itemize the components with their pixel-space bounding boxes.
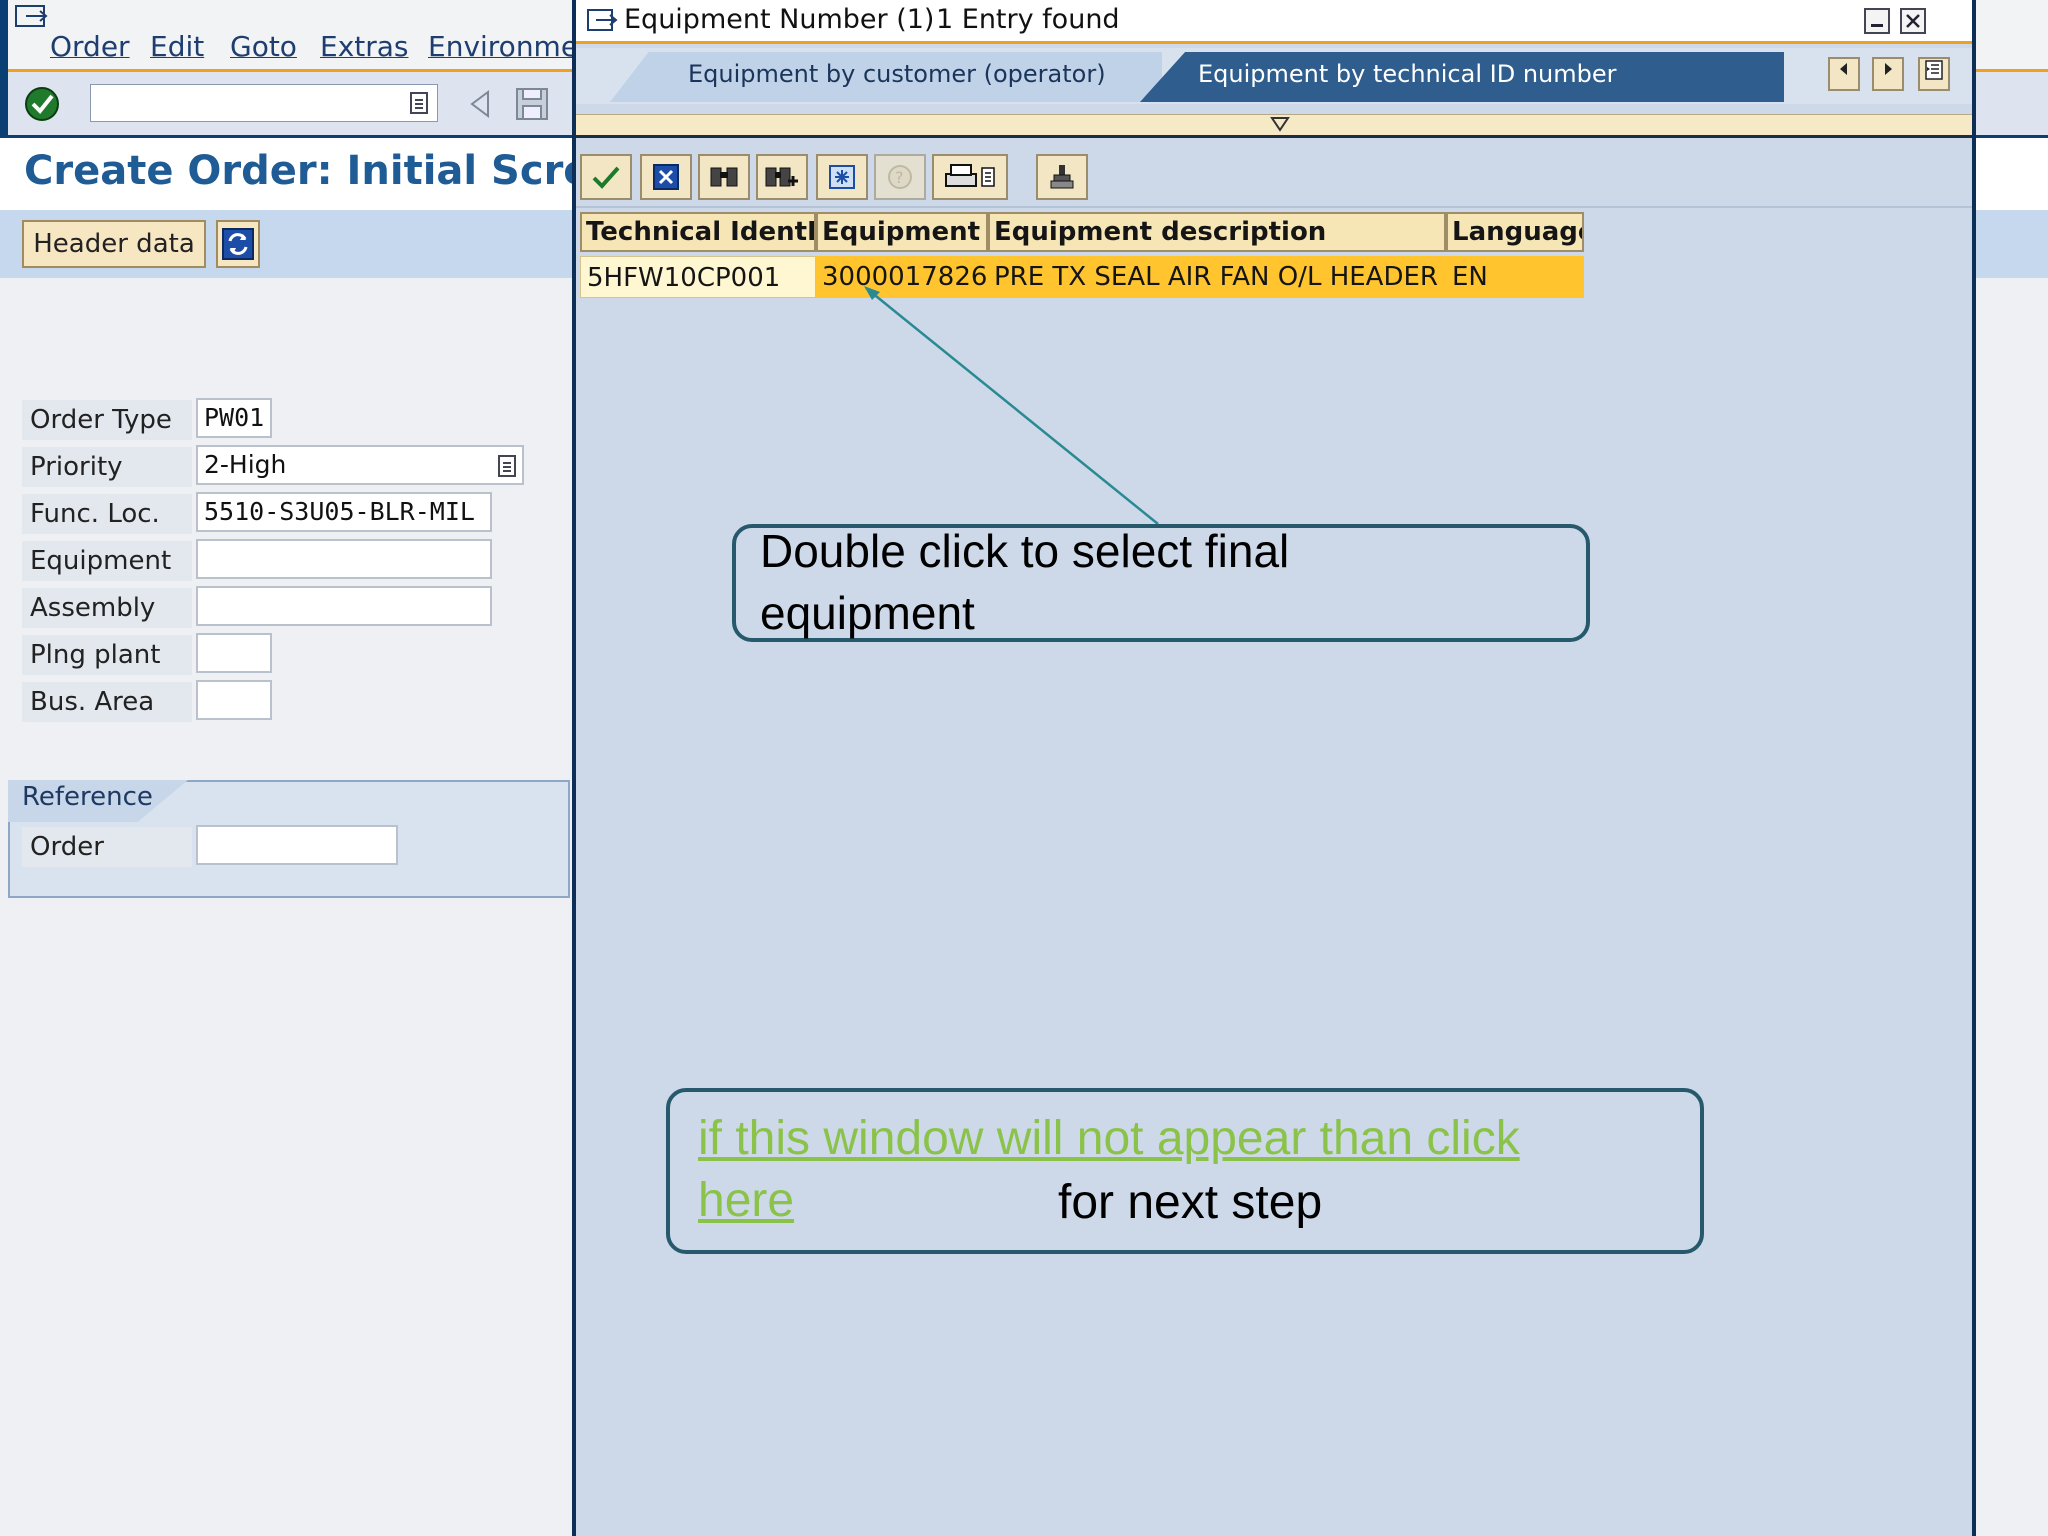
callout-arrow — [864, 286, 1159, 525]
callout-next-text: for next step — [1058, 1176, 1323, 1229]
callout-select-text: Double click to select final equipment — [760, 525, 1290, 639]
